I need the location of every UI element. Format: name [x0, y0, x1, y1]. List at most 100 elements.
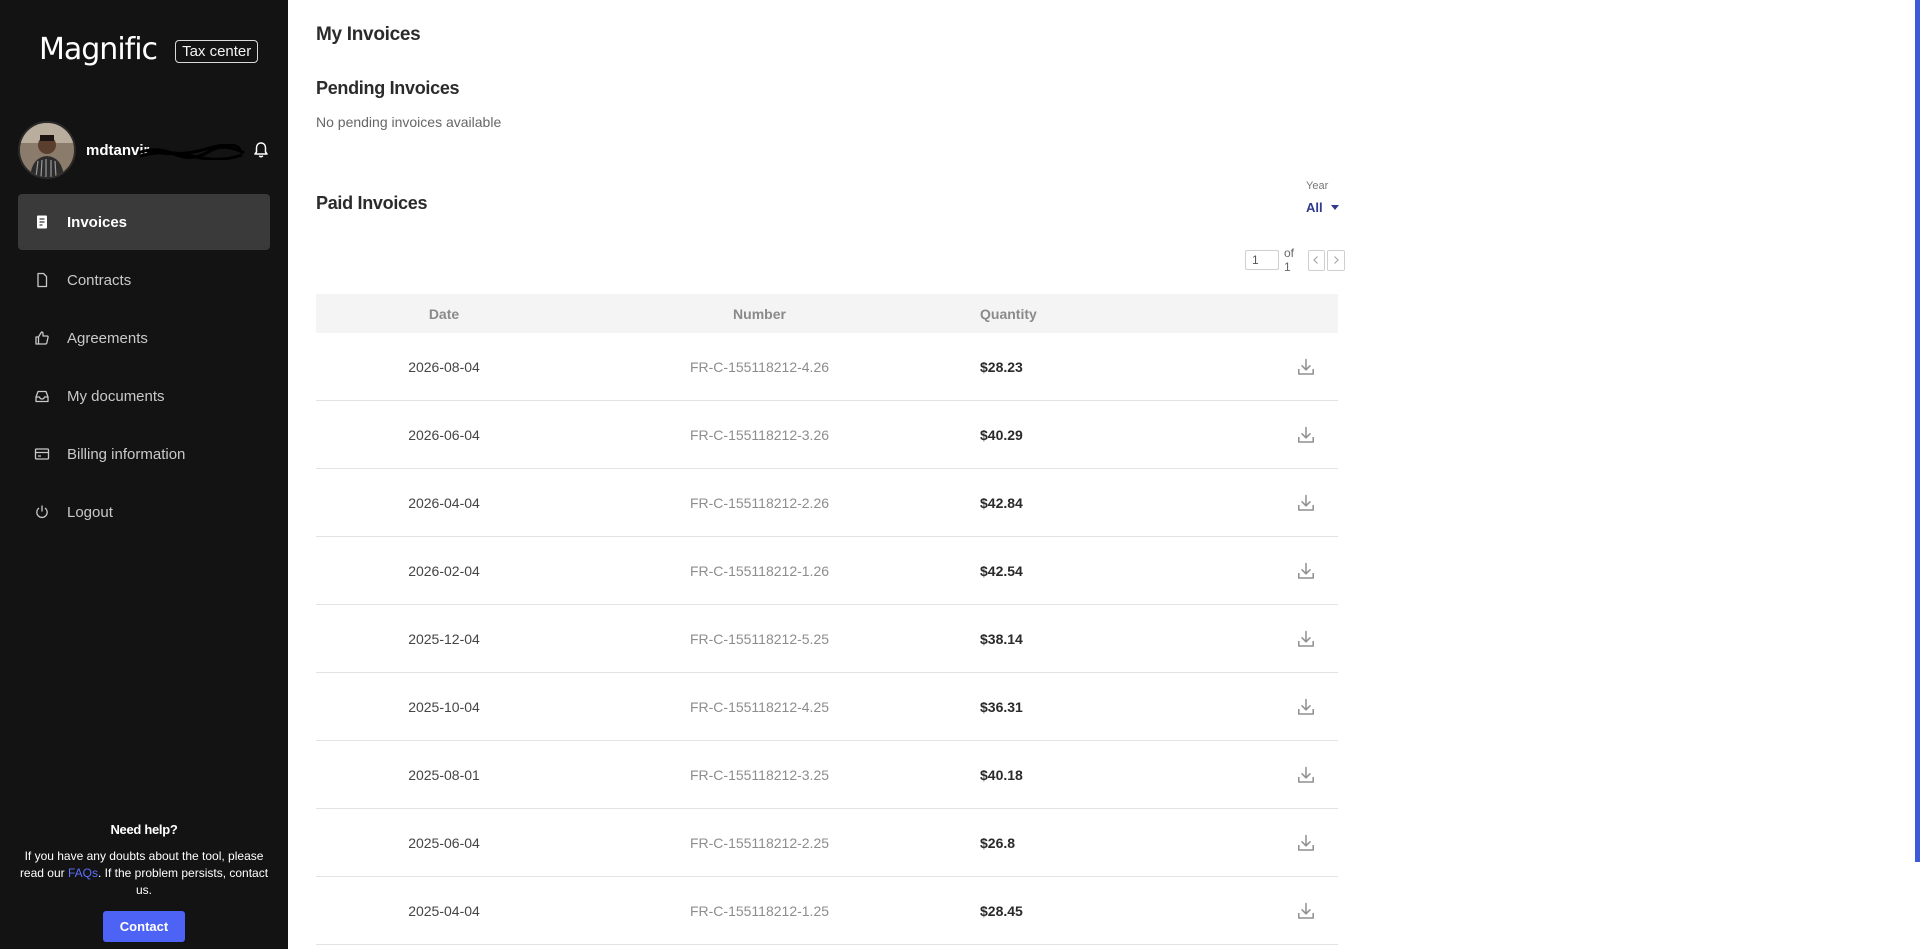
invoice-number: FR-C-155118212-2.26	[689, 494, 830, 511]
power-icon	[34, 504, 50, 520]
invoice-quantity: $28.23	[980, 358, 1023, 375]
invoice-number: FR-C-155118212-3.25	[689, 766, 830, 783]
sidebar-item-logout[interactable]: Logout	[18, 484, 270, 540]
invoice-quantity: $42.84	[980, 494, 1023, 511]
download-icon[interactable]	[1296, 901, 1316, 921]
sidebar: Magnific Tax center mdtanvir Invoices Co…	[0, 0, 288, 949]
sidebar-item-label: Logout	[67, 503, 113, 521]
table-row: 2026-08-04 FR-C-155118212-4.26 $28.23	[316, 333, 1338, 401]
invoice-date: 2025-12-04	[408, 630, 480, 647]
row-actions	[1147, 833, 1338, 853]
table-row: 2026-02-04 FR-C-155118212-1.26 $42.54	[316, 537, 1338, 605]
chevron-right-icon	[1334, 256, 1339, 264]
download-icon[interactable]	[1296, 425, 1316, 445]
chevron-left-icon	[1313, 256, 1319, 264]
row-actions	[1147, 357, 1338, 377]
avatar[interactable]	[18, 121, 76, 179]
invoice-date: 2025-04-04	[408, 902, 480, 919]
year-filter: Year All	[1306, 180, 1339, 215]
table-row: 2025-12-04 FR-C-155118212-5.25 $38.14	[316, 605, 1338, 673]
page-number-input[interactable]	[1245, 250, 1279, 270]
row-actions	[1147, 425, 1338, 445]
brand-logo[interactable]: Magnific	[39, 32, 158, 67]
help-text: If you have any doubts about the tool, p…	[0, 848, 288, 899]
invoice-number: FR-C-155118212-1.25	[689, 902, 830, 919]
redaction-scribble	[137, 143, 245, 160]
column-header-number: Number	[733, 305, 786, 322]
tax-center-badge: Tax center	[175, 40, 259, 63]
column-header-date: Date	[428, 305, 460, 322]
year-select[interactable]: All	[1306, 200, 1339, 215]
invoice-quantity: $26.8	[980, 834, 1016, 851]
download-icon[interactable]	[1296, 833, 1316, 853]
row-actions	[1147, 561, 1338, 581]
page-count: of 1	[1284, 246, 1295, 274]
pending-invoices-title: Pending Invoices	[316, 78, 460, 98]
invoice-number: FR-C-155118212-3.26	[689, 426, 830, 443]
page-title: My Invoices	[316, 24, 421, 45]
table-body: 2026-08-04 FR-C-155118212-4.26 $28.23 2026-…	[316, 333, 1338, 945]
invoice-quantity: $36.31	[980, 698, 1023, 715]
column-header-quantity: Quantity	[980, 305, 1037, 322]
row-actions	[1147, 697, 1338, 717]
faq-link[interactable]: FAQs	[68, 866, 98, 880]
year-select-value: All	[1306, 200, 1323, 215]
invoice-date: 2026-06-04	[408, 426, 480, 443]
table-row: 2025-08-01 FR-C-155118212-3.25 $40.18	[316, 741, 1338, 809]
invoice-date: 2025-10-04	[408, 698, 480, 715]
username[interactable]: mdtanvir	[86, 142, 245, 160]
inbox-icon	[34, 388, 50, 404]
table-row: 2026-04-04 FR-C-155118212-2.26 $42.84	[316, 469, 1338, 537]
download-icon[interactable]	[1296, 629, 1316, 649]
sidebar-item-label: Agreements	[67, 329, 148, 347]
invoice-date: 2025-08-01	[408, 766, 480, 783]
invoice-date: 2026-04-04	[408, 494, 480, 511]
invoice-icon	[34, 214, 50, 230]
sidebar-item-label: Contracts	[67, 271, 132, 289]
download-icon[interactable]	[1296, 357, 1316, 377]
help-title: Need help?	[110, 822, 178, 837]
row-actions	[1147, 493, 1338, 513]
table-header: Date Number Quantity	[316, 294, 1338, 333]
pagination: of 1	[1245, 246, 1345, 274]
prev-page-button[interactable]	[1307, 249, 1326, 271]
sidebar-item-my-documents[interactable]: My documents	[18, 368, 270, 424]
row-actions	[1147, 629, 1338, 649]
card-icon	[34, 446, 50, 462]
avatar-image	[20, 123, 74, 177]
download-icon[interactable]	[1296, 561, 1316, 581]
sidebar-item-invoices[interactable]: Invoices	[18, 194, 270, 250]
download-icon[interactable]	[1296, 493, 1316, 513]
table-row: 2026-06-04 FR-C-155118212-3.26 $40.29	[316, 401, 1338, 469]
help-text-after: . If the problem persists, contact us.	[97, 866, 269, 897]
row-actions	[1147, 901, 1338, 921]
invoice-quantity: $38.14	[980, 630, 1023, 647]
year-label: Year	[1306, 180, 1329, 192]
sidebar-item-label: My documents	[67, 387, 165, 405]
table-row: 2025-04-04 FR-C-155118212-1.25 $28.45	[316, 877, 1338, 945]
next-page-button[interactable]	[1327, 249, 1345, 271]
sidebar-item-label: Billing information	[67, 445, 186, 463]
bell-icon[interactable]	[252, 141, 270, 159]
contact-button[interactable]: Contact	[102, 911, 186, 942]
invoice-date: 2026-08-04	[408, 358, 480, 375]
user-profile: mdtanvir	[18, 121, 270, 179]
pending-empty-message: No pending invoices available	[316, 114, 502, 130]
scrollbar[interactable]	[1915, 0, 1920, 862]
invoice-quantity: $40.29	[980, 426, 1023, 443]
paid-invoices-title: Paid Invoices	[316, 193, 428, 213]
invoice-number: FR-C-155118212-4.26	[689, 358, 830, 375]
invoice-number: FR-C-155118212-5.25	[689, 630, 830, 647]
paid-invoices-table: Date Number Quantity 2026-08-04 FR-C-1551…	[316, 294, 1338, 945]
sidebar-item-label: Invoices	[67, 213, 128, 231]
caret-down-icon	[1330, 205, 1339, 210]
invoice-quantity: $42.54	[980, 562, 1023, 579]
sidebar-item-agreements[interactable]: Agreements	[18, 310, 270, 366]
invoice-quantity: $28.45	[980, 902, 1023, 919]
sidebar-item-contracts[interactable]: Contracts	[18, 252, 270, 308]
download-icon[interactable]	[1296, 697, 1316, 717]
table-row: 2025-10-04 FR-C-155118212-4.25 $36.31	[316, 673, 1338, 741]
sidebar-item-billing-information[interactable]: Billing information	[18, 426, 270, 482]
document-icon	[34, 272, 50, 288]
download-icon[interactable]	[1296, 765, 1316, 785]
